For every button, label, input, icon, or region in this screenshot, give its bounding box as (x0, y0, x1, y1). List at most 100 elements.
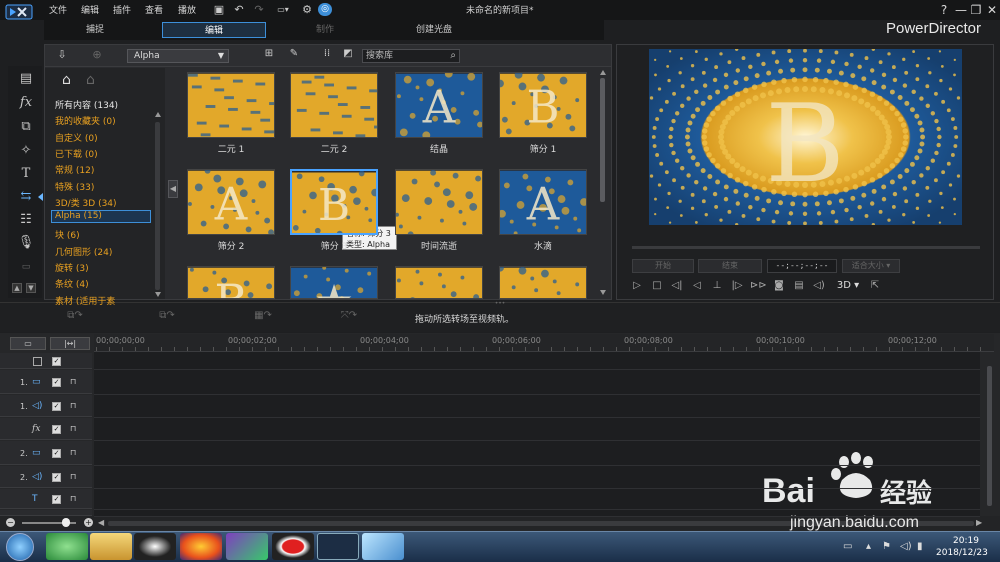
particle-room-icon[interactable]: ✧ (16, 142, 36, 160)
prefix-transition-icon[interactable]: ▦↷ (248, 310, 278, 324)
timecode-display[interactable]: --;--;--;-- (767, 259, 837, 273)
category-item[interactable]: 自定义 (0) (55, 131, 98, 144)
transition-thumbnail[interactable]: B (499, 72, 587, 138)
tray-security-icon[interactable]: ⚑ (882, 541, 891, 552)
track-enable-checkbox[interactable]: ✓ (52, 473, 61, 482)
track-header[interactable] (0, 353, 92, 369)
track-header[interactable] (0, 370, 92, 394)
tab-create-disc[interactable]: 创建光盘 (396, 22, 472, 38)
track-header[interactable] (0, 489, 92, 509)
category-item[interactable]: 块 (6) (55, 228, 80, 241)
transition-thumbnail[interactable] (290, 72, 378, 138)
taskbar-firefox-icon[interactable] (180, 533, 222, 560)
taskbar-file-explorer-icon[interactable] (90, 533, 132, 560)
subtitle-toggle-icon[interactable]: ▤ (792, 279, 806, 293)
import-media-icon[interactable]: ⇩ (54, 48, 70, 62)
track-enable-checkbox[interactable]: ✓ (52, 402, 61, 411)
track-lock-icon[interactable]: ⊓ (70, 448, 76, 457)
category-item[interactable]: 我的收藏夹 (0) (55, 114, 116, 127)
voiceover-room-icon[interactable]: 🎙 (16, 234, 36, 252)
category-item[interactable]: 几何图形 (24) (55, 245, 112, 258)
library-scroll-down-icon[interactable] (600, 290, 606, 295)
scroll-right-icon[interactable]: ▶ (976, 518, 982, 527)
redo-icon[interactable]: ↷ (252, 3, 266, 16)
category-item[interactable]: 素材 (适用于素 (55, 294, 115, 307)
effect-room-icon[interactable]: fx (16, 94, 36, 112)
transition-thumbnail[interactable]: A (499, 169, 587, 235)
track-lock-icon[interactable]: ⊓ (70, 377, 76, 386)
download-globe-icon[interactable]: ⊕ (89, 48, 105, 62)
category-item[interactable]: 条纹 (4) (55, 277, 89, 290)
overlay-transition-icon[interactable]: ⧉↷ (60, 310, 90, 324)
track-lock-icon[interactable]: ⊓ (70, 472, 76, 481)
audio-mixing-room-icon[interactable]: ☷ (16, 211, 36, 229)
mark-out-button[interactable]: 结束 (698, 259, 762, 273)
cyberlink-account-icon[interactable]: ◎ (318, 3, 332, 16)
undo-icon[interactable]: ↶ (232, 3, 246, 16)
transition-thumbnail[interactable]: A (187, 169, 275, 235)
track-header[interactable] (0, 395, 92, 417)
transition-thumbnail[interactable]: ★ (290, 266, 378, 299)
track-select-all-checkbox[interactable] (33, 357, 42, 366)
subtitle-room-icon[interactable]: ▭ (16, 258, 36, 276)
taskbar-powerdirector-icon[interactable] (317, 533, 359, 560)
zoom-out-icon[interactable]: − (6, 518, 15, 527)
transition-thumbnail[interactable] (499, 266, 587, 299)
storyboard-view-button[interactable]: |↔| (50, 337, 90, 350)
library-scroll-up-icon[interactable] (600, 70, 606, 75)
postfix-transition-icon[interactable]: ⤧↷ (334, 310, 364, 324)
tray-network-icon[interactable]: ▮ (917, 541, 923, 552)
edit-transition-icon[interactable]: ✎ (287, 48, 301, 62)
pip-room-icon[interactable]: ⧉ (16, 118, 36, 136)
track-enable-checkbox[interactable]: ✓ (52, 357, 61, 366)
next-frame-icon[interactable]: |▷ (730, 279, 744, 293)
taskbar-qq-icon[interactable] (134, 533, 176, 560)
add-to-timeline-icon[interactable]: ⊞ (262, 48, 276, 62)
taskbar-media-player-icon[interactable] (226, 533, 268, 560)
undock-preview-icon[interactable]: ⇱ (868, 279, 882, 293)
tray-show-hidden-icon[interactable]: ▴ (866, 541, 871, 552)
mark-in-button[interactable]: 开始 (632, 259, 694, 273)
transition-thumbnail[interactable]: B (187, 266, 275, 299)
taskbar-notes-icon[interactable] (362, 533, 404, 560)
tray-volume-icon[interactable]: ◁) (900, 541, 912, 552)
track-header[interactable] (0, 466, 92, 488)
track-lock-icon[interactable]: ⊓ (70, 424, 76, 433)
category-item[interactable]: 特殊 (33) (55, 180, 94, 193)
tray-keyboard-icon[interactable]: ▭ (843, 541, 852, 552)
help-button[interactable]: ? (935, 2, 953, 18)
menu-edit[interactable]: 编辑 (81, 3, 99, 16)
rooms-up-icon[interactable]: ▲ (12, 283, 22, 293)
scroll-left-icon[interactable]: ◀ (98, 518, 104, 527)
category-scroll-up-icon[interactable] (155, 112, 161, 117)
taskbar-clock-date[interactable]: 2018/12/23 (936, 548, 988, 558)
category-item[interactable]: 旋转 (3) (55, 261, 89, 274)
taskbar-360-browser-icon[interactable] (46, 533, 88, 560)
rooms-down-icon[interactable]: ▼ (26, 283, 36, 293)
taskbar-clock-time[interactable]: 20:19 (953, 536, 979, 546)
tab-capture[interactable]: 捕捉 (60, 22, 130, 38)
timeline-vertical-scrollbar[interactable] (987, 366, 992, 506)
panel-resize-handle[interactable]: ••• (490, 301, 510, 307)
tab-edit[interactable]: 编辑 (162, 22, 266, 38)
previous-frame-icon[interactable]: ◁| (670, 279, 684, 293)
category-filter-select[interactable]: Alpha ▼ (127, 49, 229, 63)
track-header[interactable] (0, 441, 92, 465)
category-item[interactable]: 已下载 (0) (55, 147, 98, 160)
fit-size-select[interactable]: 适合大小 ▾ (842, 259, 900, 273)
menu-view[interactable]: 查看 (145, 3, 163, 16)
menu-file[interactable]: 文件 (49, 3, 67, 16)
transition-room-icon[interactable]: ⇆ (16, 188, 36, 206)
close-button[interactable]: ✕ (983, 2, 1000, 18)
category-scroll-down-icon[interactable] (155, 292, 161, 297)
split-icon[interactable]: ⊥ (710, 279, 724, 293)
title-room-icon[interactable]: T (16, 165, 36, 183)
start-button-icon[interactable] (6, 533, 34, 561)
stop-icon[interactable]: □ (650, 279, 664, 293)
zoom-in-icon[interactable]: + (84, 518, 93, 527)
transition-thumbnail[interactable] (395, 169, 483, 235)
transition-thumbnail[interactable] (187, 72, 275, 138)
menu-play[interactable]: 播放 (178, 3, 196, 16)
aspect-ratio-icon[interactable]: ▭▾ (273, 3, 293, 16)
track-enable-checkbox[interactable]: ✓ (52, 425, 61, 434)
